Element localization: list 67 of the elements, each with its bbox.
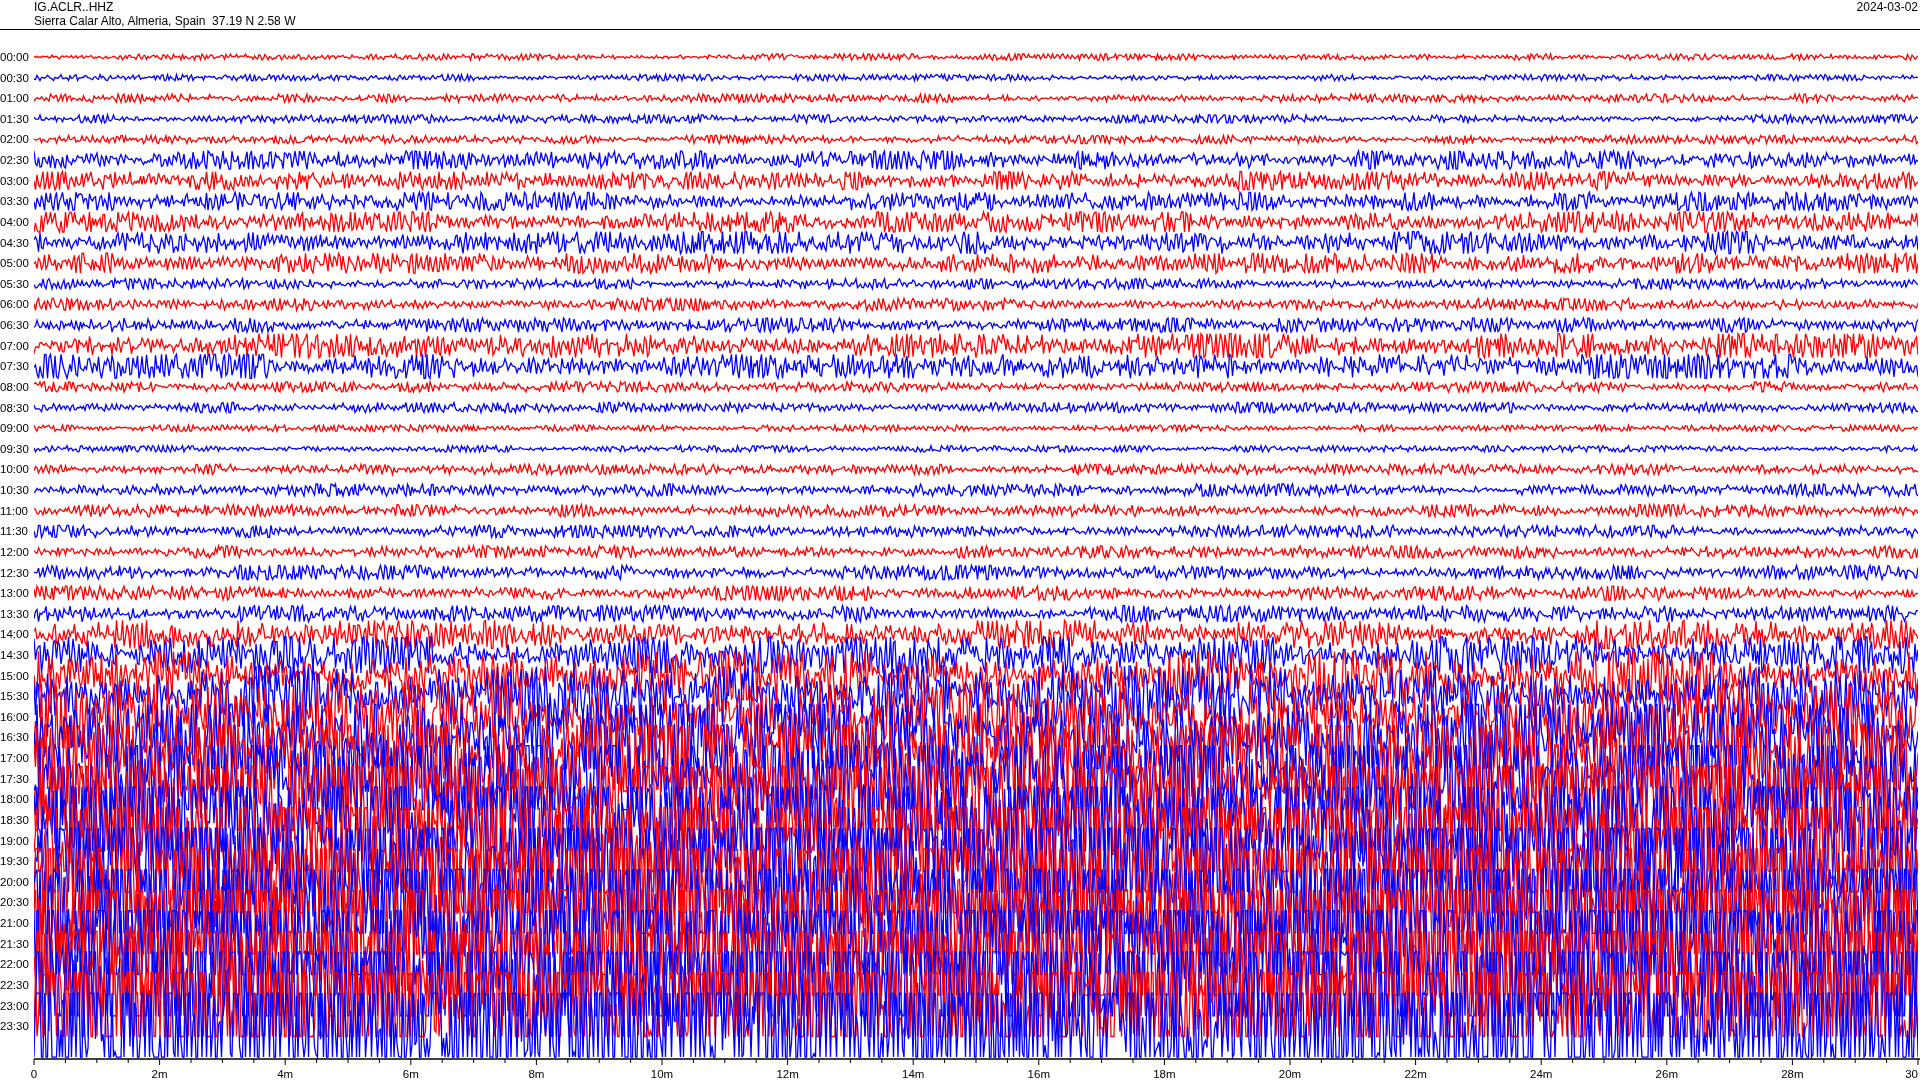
time-label: 12:00 [0,545,29,558]
tick-label: 10m [650,1068,674,1079]
time-label: 11:30 [0,525,28,538]
time-label: 20:30 [0,896,29,909]
tick-label: 22m [1404,1068,1427,1079]
time-label: 21:00 [0,917,29,930]
time-label: 14:30 [0,649,29,661]
time-label: 07:00 [0,339,29,352]
time-label: 22:00 [0,958,29,971]
time-label: 23:30 [0,1020,29,1033]
time-label: 21:30 [0,937,29,950]
time-label: 20:00 [0,875,29,888]
tick-label: 24m [1530,1068,1553,1079]
time-label: 12:30 [0,566,29,579]
time-label: 19:30 [0,855,29,868]
time-label: 16:30 [0,731,29,744]
time-label: 18:30 [0,813,29,826]
tick-label: 2m [151,1068,168,1079]
station-code: IG.ACLR..HHZ [34,0,115,14]
tick-label: 26m [1655,1068,1678,1079]
plot-date: 2024-03-02 [1856,0,1918,14]
tick-label: 12m [776,1068,799,1079]
time-label: 04:00 [0,215,29,228]
time-label: 05:00 [0,257,29,270]
time-label: 03:30 [0,195,29,208]
time-label: 03:00 [0,174,29,187]
time-label: 19:00 [0,834,29,847]
time-label: 00:30 [0,71,29,84]
time-label: 08:30 [0,401,29,414]
time-label: 18:00 [0,793,29,806]
time-label: 17:00 [0,752,29,765]
tick-label: 0 [30,1068,38,1079]
time-label: 06:00 [0,298,29,311]
tick-label: 4m [277,1068,294,1079]
time-label: 10:00 [0,463,29,476]
time-label: 14:00 [0,628,29,641]
time-label: 17:30 [0,772,29,785]
time-label: 22:30 [0,978,29,991]
tick-label: 8m [528,1068,545,1079]
time-label: 13:00 [0,587,29,600]
tick-label: 18m [1153,1068,1176,1079]
time-label: 13:30 [0,607,29,620]
station-location: Sierra Calar Alto, Almeria, Spain 37.19 N 2.58 W [34,14,296,28]
time-label: 15:30 [0,690,29,703]
time-label: 23:00 [0,999,29,1012]
time-label: 01:00 [0,92,29,105]
time-label: 08:00 [0,380,29,393]
time-label: 07:30 [0,360,29,373]
time-label: 16:00 [0,710,29,723]
tick-label: 30 [1905,1068,1918,1079]
tick-label: 16m [1027,1068,1050,1079]
time-label: 02:00 [0,133,29,146]
tick-label: 6m [402,1068,419,1079]
time-label: 09:30 [0,442,29,455]
time-label: 00:00 [0,51,29,63]
time-label: 15:00 [0,669,29,682]
time-label: 10:30 [0,484,29,496]
time-label: 01:30 [0,112,29,125]
time-label: 09:00 [0,422,29,435]
time-label: 06:30 [0,319,29,332]
tick-label: 28m [1781,1068,1804,1079]
time-label: 05:30 [0,277,29,290]
time-label: 02:30 [0,154,29,167]
time-label: 04:30 [0,236,29,249]
time-label: 11:00 [0,504,28,517]
tick-label: 14m [902,1068,925,1079]
tick-label: 20m [1278,1068,1302,1079]
